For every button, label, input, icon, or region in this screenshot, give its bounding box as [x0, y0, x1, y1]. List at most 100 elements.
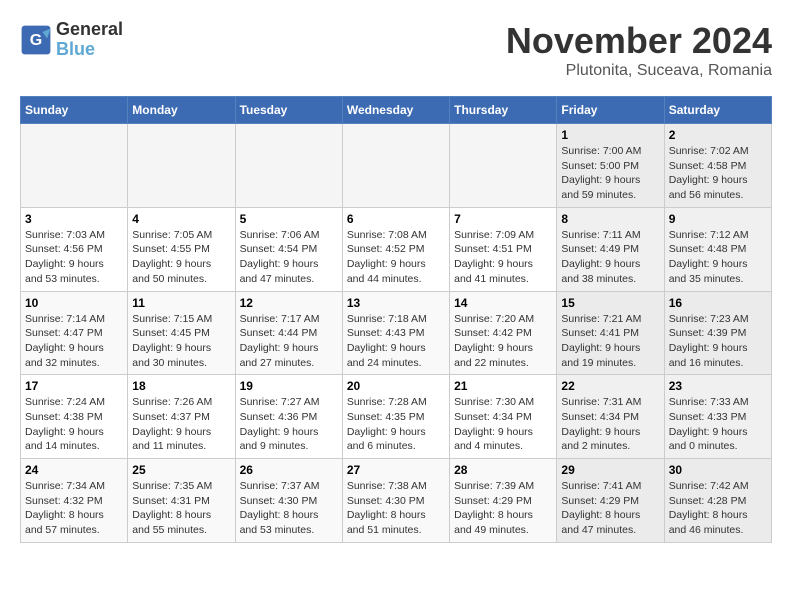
logo-text: General Blue: [56, 20, 123, 60]
day-info: Sunrise: 7:26 AM Sunset: 4:37 PM Dayligh…: [132, 395, 230, 454]
logo: G General Blue: [20, 20, 123, 60]
day-info: Sunrise: 7:06 AM Sunset: 4:54 PM Dayligh…: [240, 228, 338, 287]
day-info: Sunrise: 7:05 AM Sunset: 4:55 PM Dayligh…: [132, 228, 230, 287]
calendar-cell: 16 Sunrise: 7:23 AM Sunset: 4:39 PM Dayli…: [664, 291, 771, 375]
day-info: Sunrise: 7:31 AM Sunset: 4:34 PM Dayligh…: [561, 395, 659, 454]
day-info: Sunrise: 7:20 AM Sunset: 4:42 PM Dayligh…: [454, 312, 552, 371]
page-subtitle: Plutonita, Suceava, Romania: [506, 62, 772, 80]
day-info: Sunrise: 7:18 AM Sunset: 4:43 PM Dayligh…: [347, 312, 445, 371]
calendar-cell: [235, 124, 342, 208]
day-info: Sunrise: 7:34 AM Sunset: 4:32 PM Dayligh…: [25, 479, 123, 538]
week-row-4: 17Sunrise: 7:24 AM Sunset: 4:38 PM Dayli…: [21, 375, 772, 459]
calendar-cell: 17Sunrise: 7:24 AM Sunset: 4:38 PM Dayli…: [21, 375, 128, 459]
calendar-cell: 27Sunrise: 7:38 AM Sunset: 4:30 PM Dayli…: [342, 459, 449, 543]
calendar-cell: 9 Sunrise: 7:12 AM Sunset: 4:48 PM Daylig…: [664, 207, 771, 291]
calendar-cell: 18 Sunrise: 7:26 AM Sunset: 4:37 PM Dayli…: [128, 375, 235, 459]
day-info: Sunrise: 7:11 AM Sunset: 4:49 PM Dayligh…: [561, 228, 659, 287]
weekday-header-wednesday: Wednesday: [342, 97, 449, 124]
day-info: Sunrise: 7:30 AM Sunset: 4:34 PM Dayligh…: [454, 395, 552, 454]
day-info: Sunrise: 7:35 AM Sunset: 4:31 PM Dayligh…: [132, 479, 230, 538]
week-row-2: 3 Sunrise: 7:03 AM Sunset: 4:56 PM Daylig…: [21, 207, 772, 291]
calendar-cell: 26 Sunrise: 7:37 AM Sunset: 4:30 PM Dayli…: [235, 459, 342, 543]
logo-line2: Blue: [56, 40, 123, 60]
day-number: 12: [240, 296, 338, 310]
calendar-cell: 23 Sunrise: 7:33 AM Sunset: 4:33 PM Dayli…: [664, 375, 771, 459]
calendar-cell: 19Sunrise: 7:27 AM Sunset: 4:36 PM Dayli…: [235, 375, 342, 459]
page-header: G General Blue November 2024 Plutonita, …: [20, 20, 772, 80]
svg-text:G: G: [30, 32, 42, 49]
day-number: 8: [561, 212, 659, 226]
calendar-cell: 22 Sunrise: 7:31 AM Sunset: 4:34 PM Dayli…: [557, 375, 664, 459]
weekday-header-sunday: Sunday: [21, 97, 128, 124]
calendar-cell: 3 Sunrise: 7:03 AM Sunset: 4:56 PM Daylig…: [21, 207, 128, 291]
title-block: November 2024 Plutonita, Suceava, Romani…: [506, 20, 772, 80]
calendar-cell: 15 Sunrise: 7:21 AM Sunset: 4:41 PM Dayli…: [557, 291, 664, 375]
day-info: Sunrise: 7:12 AM Sunset: 4:48 PM Dayligh…: [669, 228, 767, 287]
day-info: Sunrise: 7:09 AM Sunset: 4:51 PM Dayligh…: [454, 228, 552, 287]
week-row-5: 24Sunrise: 7:34 AM Sunset: 4:32 PM Dayli…: [21, 459, 772, 543]
calendar-cell: [450, 124, 557, 208]
day-info: Sunrise: 7:37 AM Sunset: 4:30 PM Dayligh…: [240, 479, 338, 538]
calendar-cell: 25Sunrise: 7:35 AM Sunset: 4:31 PM Dayli…: [128, 459, 235, 543]
day-number: 30: [669, 463, 767, 477]
day-number: 15: [561, 296, 659, 310]
day-info: Sunrise: 7:14 AM Sunset: 4:47 PM Dayligh…: [25, 312, 123, 371]
day-number: 11: [132, 296, 230, 310]
calendar-cell: 7 Sunrise: 7:09 AM Sunset: 4:51 PM Daylig…: [450, 207, 557, 291]
page-title: November 2024: [506, 20, 772, 62]
day-number: 14: [454, 296, 552, 310]
day-number: 9: [669, 212, 767, 226]
day-number: 20: [347, 379, 445, 393]
day-info: Sunrise: 7:15 AM Sunset: 4:45 PM Dayligh…: [132, 312, 230, 371]
day-info: Sunrise: 7:33 AM Sunset: 4:33 PM Dayligh…: [669, 395, 767, 454]
logo-line1: General: [56, 20, 123, 40]
calendar-cell: 11 Sunrise: 7:15 AM Sunset: 4:45 PM Dayli…: [128, 291, 235, 375]
day-number: 5: [240, 212, 338, 226]
day-number: 26: [240, 463, 338, 477]
calendar-cell: [128, 124, 235, 208]
logo-icon: G: [20, 24, 52, 56]
day-number: 7: [454, 212, 552, 226]
day-number: 23: [669, 379, 767, 393]
day-number: 13: [347, 296, 445, 310]
day-info: Sunrise: 7:23 AM Sunset: 4:39 PM Dayligh…: [669, 312, 767, 371]
calendar-cell: 21 Sunrise: 7:30 AM Sunset: 4:34 PM Dayli…: [450, 375, 557, 459]
calendar-cell: 24Sunrise: 7:34 AM Sunset: 4:32 PM Dayli…: [21, 459, 128, 543]
weekday-header-saturday: Saturday: [664, 97, 771, 124]
calendar-cell: 14 Sunrise: 7:20 AM Sunset: 4:42 PM Dayli…: [450, 291, 557, 375]
day-info: Sunrise: 7:24 AM Sunset: 4:38 PM Dayligh…: [25, 395, 123, 454]
calendar-cell: 8 Sunrise: 7:11 AM Sunset: 4:49 PM Daylig…: [557, 207, 664, 291]
weekday-header-row: SundayMondayTuesdayWednesdayThursdayFrid…: [21, 97, 772, 124]
calendar-cell: 10 Sunrise: 7:14 AM Sunset: 4:47 PM Dayli…: [21, 291, 128, 375]
day-number: 2: [669, 128, 767, 142]
day-info: Sunrise: 7:03 AM Sunset: 4:56 PM Dayligh…: [25, 228, 123, 287]
week-row-3: 10 Sunrise: 7:14 AM Sunset: 4:47 PM Dayli…: [21, 291, 772, 375]
day-info: Sunrise: 7:39 AM Sunset: 4:29 PM Dayligh…: [454, 479, 552, 538]
day-info: Sunrise: 7:42 AM Sunset: 4:28 PM Dayligh…: [669, 479, 767, 538]
day-number: 21: [454, 379, 552, 393]
calendar-cell: 4 Sunrise: 7:05 AM Sunset: 4:55 PM Daylig…: [128, 207, 235, 291]
day-info: Sunrise: 7:17 AM Sunset: 4:44 PM Dayligh…: [240, 312, 338, 371]
day-number: 19: [240, 379, 338, 393]
day-number: 16: [669, 296, 767, 310]
day-info: Sunrise: 7:28 AM Sunset: 4:35 PM Dayligh…: [347, 395, 445, 454]
day-number: 18: [132, 379, 230, 393]
week-row-1: 1Sunrise: 7:00 AM Sunset: 5:00 PM Daylig…: [21, 124, 772, 208]
day-number: 10: [25, 296, 123, 310]
day-info: Sunrise: 7:21 AM Sunset: 4:41 PM Dayligh…: [561, 312, 659, 371]
day-number: 3: [25, 212, 123, 226]
calendar-cell: 20 Sunrise: 7:28 AM Sunset: 4:35 PM Dayli…: [342, 375, 449, 459]
calendar-cell: 5 Sunrise: 7:06 AM Sunset: 4:54 PM Daylig…: [235, 207, 342, 291]
weekday-header-thursday: Thursday: [450, 97, 557, 124]
day-number: 6: [347, 212, 445, 226]
day-number: 22: [561, 379, 659, 393]
day-number: 29: [561, 463, 659, 477]
day-info: Sunrise: 7:38 AM Sunset: 4:30 PM Dayligh…: [347, 479, 445, 538]
calendar-cell: 6Sunrise: 7:08 AM Sunset: 4:52 PM Daylig…: [342, 207, 449, 291]
calendar-cell: 29Sunrise: 7:41 AM Sunset: 4:29 PM Dayli…: [557, 459, 664, 543]
weekday-header-tuesday: Tuesday: [235, 97, 342, 124]
calendar-cell: [342, 124, 449, 208]
calendar-cell: 12 Sunrise: 7:17 AM Sunset: 4:44 PM Dayli…: [235, 291, 342, 375]
day-number: 4: [132, 212, 230, 226]
calendar-table: SundayMondayTuesdayWednesdayThursdayFrid…: [20, 96, 772, 543]
